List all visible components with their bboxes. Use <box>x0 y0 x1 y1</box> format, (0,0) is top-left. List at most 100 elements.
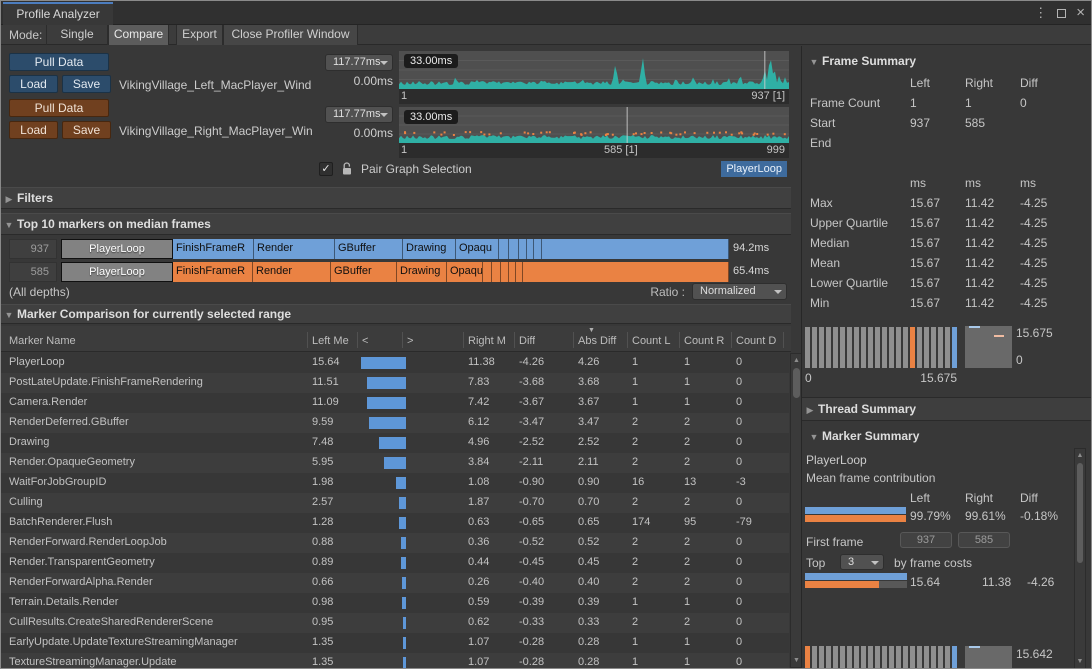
table-row[interactable]: BatchRenderer.Flush1.280.63-0.650.651749… <box>1 513 789 533</box>
thread-summary-header[interactable]: ▶Thread Summary <box>802 397 1091 421</box>
marker-segment[interactable] <box>492 262 501 282</box>
scroll-down-icon[interactable]: ▼ <box>1075 658 1085 665</box>
table-row[interactable]: Render.OpaqueGeometry5.953.84-2.112.1122… <box>1 453 789 473</box>
frame-duration-histogram[interactable] <box>805 327 957 368</box>
marker-segment[interactable]: Opaqu <box>447 262 483 282</box>
marker-segment[interactable] <box>483 262 492 282</box>
summary-scrollbar[interactable]: ▲ ▼ <box>1074 448 1086 669</box>
marker-segment[interactable] <box>527 239 534 259</box>
close-icon[interactable]: × <box>1076 8 1085 18</box>
marker-segment[interactable] <box>542 239 729 259</box>
table-row[interactable]: Culling2.571.87-0.700.70220 <box>1 493 789 513</box>
tab-profile-analyzer[interactable]: Profile Analyzer <box>3 2 113 25</box>
table-scrollbar-thumb[interactable] <box>793 368 800 398</box>
range-dropdown-right[interactable]: 117.77ms <box>325 106 393 123</box>
col-left-bar[interactable]: < <box>362 335 368 347</box>
table-row[interactable]: Terrain.Details.Render0.980.59-0.390.391… <box>1 593 789 613</box>
top10-segment-bar[interactable]: FinishFrameRRenderGBufferDrawingOpaqu <box>173 262 729 282</box>
col-count-right[interactable]: Count R <box>684 335 729 347</box>
marker-segment[interactable]: Opaqu <box>456 239 499 259</box>
range-dropdown-left[interactable]: 117.77ms <box>325 54 393 71</box>
filters-title: Filters <box>17 191 53 205</box>
table-cell: WaitForJobGroupID <box>9 476 305 488</box>
load-right-button[interactable]: Load <box>9 121 58 139</box>
col-count-left[interactable]: Count L <box>632 335 677 347</box>
col-right-bar[interactable]: > <box>407 335 413 347</box>
col-left: Left <box>910 491 930 505</box>
table-cell: 0 <box>736 536 742 548</box>
marker-segment[interactable] <box>523 262 729 282</box>
marker-segment[interactable]: Render <box>254 239 335 259</box>
table-row[interactable]: RenderDeferred.GBuffer9.596.12-3.473.472… <box>1 413 789 433</box>
first-frame-left-button[interactable]: 937 <box>900 532 952 548</box>
first-frame-right-button[interactable]: 585 <box>958 532 1010 548</box>
table-row[interactable]: Drawing7.484.96-2.522.52220 <box>1 433 789 453</box>
table-row[interactable]: RenderForward.RenderLoopJob0.880.36-0.52… <box>1 533 789 553</box>
marker-segment[interactable]: Drawing <box>403 239 456 259</box>
frame-duration-boxplot[interactable] <box>965 326 1012 368</box>
mode-single-button[interactable]: Single <box>46 25 108 45</box>
filters-section-header[interactable]: ▶Filters <box>1 187 791 209</box>
marker-segment[interactable] <box>509 239 519 259</box>
save-right-button[interactable]: Save <box>62 121 111 139</box>
table-row[interactable]: CullResults.CreateSharedRendererScene0.9… <box>1 613 789 633</box>
marker-segment[interactable] <box>509 262 516 282</box>
marker-segment[interactable] <box>519 239 527 259</box>
col-right-median[interactable]: Right M <box>468 335 512 347</box>
frame-graph-left[interactable]: 33.00ms <box>399 51 789 89</box>
unlock-icon[interactable] <box>341 162 353 176</box>
col-abs-diff[interactable]: Abs Diff <box>578 335 625 347</box>
table-row[interactable]: PostLateUpdate.FinishFrameRendering11.51… <box>1 373 789 393</box>
export-button[interactable]: Export <box>176 25 223 45</box>
load-left-button[interactable]: Load <box>9 75 58 93</box>
marker-segment[interactable]: Drawing <box>397 262 447 282</box>
marker-summary-header[interactable]: ▼Marker Summary <box>806 429 919 443</box>
close-profiler-window-button[interactable]: Close Profiler Window <box>223 25 358 45</box>
ratio-dropdown[interactable]: Normalized <box>692 283 787 300</box>
marker-segment[interactable]: FinishFrameR <box>173 262 253 282</box>
top10-root-marker[interactable]: PlayerLoop <box>61 262 173 282</box>
col-left-median[interactable]: Left Me <box>312 335 355 347</box>
frame-summary-header[interactable]: ▼Frame Summary <box>806 54 916 68</box>
histogram-bar <box>875 646 880 669</box>
pull-data-left-button[interactable]: Pull Data <box>9 53 109 71</box>
selected-marker-chip[interactable]: PlayerLoop <box>721 161 787 177</box>
col-diff[interactable]: Diff <box>519 335 535 347</box>
table-cell: PlayerLoop <box>9 356 305 368</box>
marker-segment[interactable]: Render <box>253 262 331 282</box>
top-n-dropdown[interactable]: 3 <box>840 554 884 570</box>
comparison-section-header[interactable]: ▼Marker Comparison for currently selecte… <box>1 304 791 324</box>
top10-segment-bar[interactable]: FinishFrameRRenderGBufferDrawingOpaqu <box>173 239 729 259</box>
marker-segment[interactable] <box>516 262 523 282</box>
table-row[interactable]: Camera.Render11.097.42-3.673.67110 <box>1 393 789 413</box>
kebab-menu-icon[interactable]: ⋮ <box>1034 5 1047 21</box>
frame-graph-right[interactable]: 33.00ms <box>399 107 789 143</box>
table-row[interactable]: TextureStreamingManager.Update1.351.07-0… <box>1 653 789 668</box>
table-row[interactable]: WaitForJobGroupID1.981.08-0.900.901613-3 <box>1 473 789 493</box>
marker-segment[interactable]: FinishFrameR <box>173 239 254 259</box>
marker-segment[interactable]: GBuffer <box>331 262 397 282</box>
pull-data-right-button[interactable]: Pull Data <box>9 99 109 117</box>
summary-scrollbar-thumb[interactable] <box>1077 463 1083 563</box>
marker-cost-histogram[interactable] <box>805 646 957 669</box>
col-count-diff[interactable]: Count D <box>736 335 781 347</box>
table-row[interactable]: PlayerLoop15.6411.38-4.264.26110 <box>1 353 789 373</box>
table-row[interactable]: EarlyUpdate.UpdateTextureStreamingManage… <box>1 633 789 653</box>
top10-section-header[interactable]: ▼Top 10 markers on median frames <box>1 213 791 235</box>
table-row[interactable]: RenderForwardAlpha.Render0.660.26-0.400.… <box>1 573 789 593</box>
marker-segment[interactable] <box>534 239 542 259</box>
table-row[interactable]: Render.TransparentGeometry0.890.44-0.450… <box>1 553 789 573</box>
marker-cost-boxplot[interactable] <box>965 646 1012 669</box>
save-left-button[interactable]: Save <box>62 75 111 93</box>
col-marker-name[interactable]: Marker Name <box>9 335 299 347</box>
mode-compare-button[interactable]: Compare <box>108 25 169 45</box>
maximize-icon[interactable] <box>1057 9 1066 18</box>
table-cell: 11.09 <box>312 396 339 408</box>
marker-segment[interactable]: GBuffer <box>335 239 403 259</box>
top10-root-marker[interactable]: PlayerLoop <box>61 239 173 259</box>
pair-graph-selection-checkbox[interactable]: ✓ <box>319 162 333 176</box>
marker-segment[interactable] <box>501 262 509 282</box>
scroll-up-icon[interactable]: ▲ <box>1075 452 1085 459</box>
histogram-bar <box>819 646 824 669</box>
marker-segment[interactable] <box>499 239 509 259</box>
